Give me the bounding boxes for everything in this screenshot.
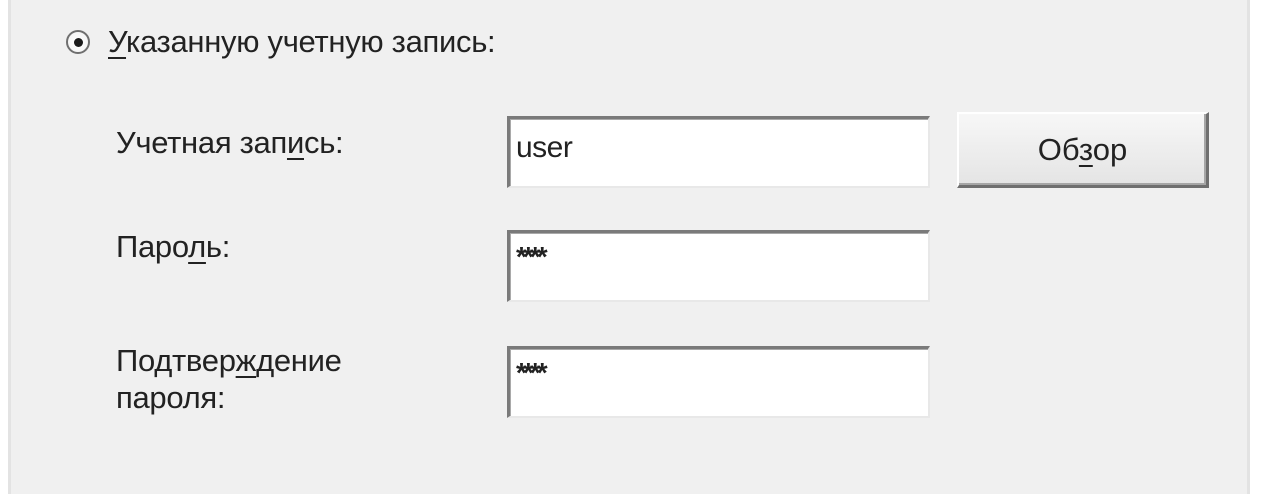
specified-account-label-text: казанную учетную запись: <box>126 24 496 60</box>
confirm-label-part: Подтвер <box>116 343 236 378</box>
access-key-letter: и <box>286 125 304 160</box>
confirm-password-label: Подтверждение пароля: <box>116 342 342 416</box>
browse-label-part: ор <box>1092 131 1128 167</box>
account-label: Учетная запись: <box>116 124 344 161</box>
password-label-part: ь: <box>205 229 231 264</box>
confirm-password-label-line2: пароля: <box>116 380 226 416</box>
password-label: Пароль: <box>116 228 230 265</box>
access-key-letter: ж <box>235 343 257 378</box>
specified-account-option[interactable]: Указанную учетную запись: <box>66 20 496 64</box>
browse-button-label: Обзор <box>1038 132 1128 168</box>
access-key-letter: У <box>108 24 127 60</box>
access-key-letter: з <box>1078 131 1093 167</box>
confirm-password-input[interactable]: **** <box>507 346 930 418</box>
browse-label-part: Об <box>1037 131 1079 167</box>
account-input-value: user <box>516 131 573 164</box>
account-panel: Указанную учетную запись: Учетная запись… <box>8 0 1250 494</box>
password-input[interactable]: **** <box>507 230 930 302</box>
account-label-part: Учетная зап <box>116 125 287 160</box>
radio-selected-dot <box>73 37 83 47</box>
specified-account-label[interactable]: Указанную учетную запись: <box>108 23 496 60</box>
access-key-letter: л <box>188 229 206 264</box>
specified-account-radio[interactable] <box>66 30 90 54</box>
confirm-password-label-line1: Подтверждение <box>116 342 342 379</box>
password-input-value: **** <box>516 241 548 272</box>
browse-button[interactable]: Обзор <box>957 112 1209 188</box>
account-input[interactable]: user <box>507 116 930 188</box>
password-label-part: Паро <box>116 229 189 264</box>
confirm-label-part: дение <box>256 343 342 378</box>
account-label-part: сь: <box>304 125 344 160</box>
confirm-password-input-value: **** <box>516 357 548 388</box>
